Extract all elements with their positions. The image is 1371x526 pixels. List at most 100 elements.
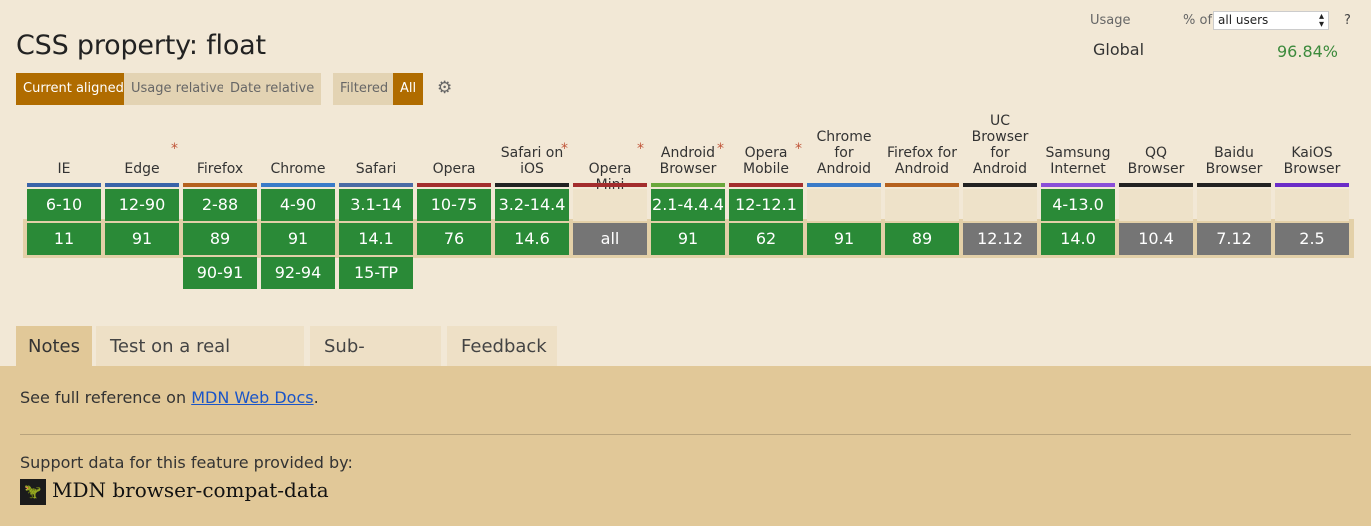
current-version-cell[interactable]: 91 bbox=[807, 223, 881, 255]
browser-name: UC Browser for Android bbox=[971, 113, 1029, 177]
current-version-cell[interactable]: 76 bbox=[417, 223, 491, 255]
global-usage-value: 96.84% bbox=[1277, 42, 1339, 61]
tab-feedback[interactable]: Feedback bbox=[447, 326, 557, 366]
support-data-text: Support data for this feature provided b… bbox=[20, 453, 353, 472]
notes-asterisk-icon: * bbox=[637, 141, 644, 157]
notes-asterisk-icon: * bbox=[171, 141, 178, 157]
browser-color-bar bbox=[1119, 183, 1193, 187]
past-version-cell[interactable]: 2.1-4.4.4 bbox=[651, 189, 725, 221]
users-select[interactable]: all users ▴ ▾ bbox=[1213, 11, 1329, 30]
past-version-cell[interactable] bbox=[1119, 189, 1193, 221]
browser-name: Firefox bbox=[196, 161, 244, 177]
tab-notes[interactable]: Notes bbox=[16, 326, 92, 366]
past-version-cell[interactable] bbox=[963, 189, 1037, 221]
current-version-cell[interactable]: 91 bbox=[651, 223, 725, 255]
gear-icon[interactable]: ⚙ bbox=[437, 78, 452, 98]
usage-label: Usage bbox=[1090, 13, 1131, 28]
past-version-cell[interactable]: 2-88 bbox=[183, 189, 257, 221]
browser-name: IE bbox=[57, 161, 71, 177]
select-arrows-icon: ▴ ▾ bbox=[1318, 11, 1324, 30]
browser-color-bar bbox=[729, 183, 803, 187]
browser-color-bar bbox=[27, 183, 101, 187]
browser-name: Chrome bbox=[270, 161, 326, 177]
browser-color-bar bbox=[183, 183, 257, 187]
past-version-cell[interactable]: 12-12.1 bbox=[729, 189, 803, 221]
percent-of-label: % of bbox=[1183, 13, 1213, 28]
tab-sub-features[interactable]: Sub-features bbox=[310, 326, 441, 399]
browser-color-bar bbox=[1041, 183, 1115, 187]
all-button[interactable]: All bbox=[393, 73, 424, 105]
current-version-cell[interactable]: 89 bbox=[885, 223, 959, 255]
mdn-compat-data-name: MDN browser-compat-data bbox=[52, 478, 329, 502]
browser-color-bar bbox=[573, 183, 647, 187]
future-version-cell[interactable]: 92-94 bbox=[261, 257, 335, 289]
past-version-cell[interactable]: 3.2-14.4 bbox=[495, 189, 569, 221]
browser-name: QQ Browser bbox=[1127, 145, 1185, 177]
past-version-cell[interactable] bbox=[1275, 189, 1349, 221]
browser-name: Opera Mobile bbox=[743, 145, 789, 177]
browser-color-bar bbox=[417, 183, 491, 187]
notes-asterisk-icon: * bbox=[561, 141, 568, 157]
browser-name: KaiOS Browser bbox=[1283, 145, 1341, 177]
current-version-cell[interactable]: 12.12 bbox=[963, 223, 1037, 255]
browser-color-bar bbox=[807, 183, 881, 187]
browser-color-bar bbox=[261, 183, 335, 187]
browser-color-bar bbox=[651, 183, 725, 187]
current-version-cell[interactable]: 14.1 bbox=[339, 223, 413, 255]
browser-color-bar bbox=[1197, 183, 1271, 187]
usage-relative-button[interactable]: Usage relative bbox=[124, 73, 232, 105]
current-version-cell[interactable]: 89 bbox=[183, 223, 257, 255]
mdn-web-docs-link[interactable]: MDN Web Docs bbox=[191, 388, 313, 407]
current-version-cell[interactable]: 62 bbox=[729, 223, 803, 255]
help-link[interactable]: ? bbox=[1344, 13, 1351, 28]
mdn-icon: 🦖 bbox=[20, 479, 46, 505]
future-version-cell[interactable]: 90-91 bbox=[183, 257, 257, 289]
date-relative-button[interactable]: Date relative bbox=[223, 73, 322, 105]
page-title: CSS property: float bbox=[16, 30, 266, 62]
notes-asterisk-icon: * bbox=[717, 141, 724, 157]
current-aligned-button[interactable]: Current aligned bbox=[16, 73, 131, 105]
global-label: Global bbox=[1093, 40, 1145, 59]
past-version-cell[interactable] bbox=[573, 189, 647, 221]
future-version-cell[interactable]: 15-TP bbox=[339, 257, 413, 289]
browser-name: Edge bbox=[124, 161, 160, 177]
browser-color-bar bbox=[105, 183, 179, 187]
notes-asterisk-icon: * bbox=[795, 141, 802, 157]
browser-name: Baidu Browser bbox=[1205, 145, 1263, 177]
tab-test-on-real-browser[interactable]: Test on a real browser bbox=[96, 326, 304, 399]
current-version-cell[interactable]: 7.12 bbox=[1197, 223, 1271, 255]
current-version-cell[interactable]: all bbox=[573, 223, 647, 255]
reference-prefix: See full reference on bbox=[20, 388, 192, 407]
past-version-cell[interactable]: 6-10 bbox=[27, 189, 101, 221]
past-version-cell[interactable] bbox=[885, 189, 959, 221]
browser-name: Safari on iOS bbox=[500, 145, 564, 177]
current-version-cell[interactable]: 14.6 bbox=[495, 223, 569, 255]
past-version-cell[interactable]: 12-90 bbox=[105, 189, 179, 221]
past-version-cell[interactable]: 3.1-14 bbox=[339, 189, 413, 221]
browser-name: Firefox for Android bbox=[886, 145, 958, 177]
browser-color-bar bbox=[1275, 183, 1349, 187]
browser-color-bar bbox=[495, 183, 569, 187]
reference-text: See full reference on MDN Web Docs. bbox=[20, 388, 319, 407]
current-version-cell[interactable]: 91 bbox=[261, 223, 335, 255]
browser-name: Safari bbox=[355, 161, 397, 177]
current-version-cell[interactable]: 10.4 bbox=[1119, 223, 1193, 255]
browser-color-bar bbox=[885, 183, 959, 187]
browser-color-bar bbox=[339, 183, 413, 187]
current-version-cell[interactable]: 2.5 bbox=[1275, 223, 1349, 255]
past-version-cell[interactable]: 10-75 bbox=[417, 189, 491, 221]
current-version-cell[interactable]: 11 bbox=[27, 223, 101, 255]
past-version-cell[interactable] bbox=[1197, 189, 1271, 221]
browser-color-bar bbox=[963, 183, 1037, 187]
past-version-cell[interactable]: 4-90 bbox=[261, 189, 335, 221]
current-version-cell[interactable]: 91 bbox=[105, 223, 179, 255]
past-version-cell[interactable] bbox=[807, 189, 881, 221]
reference-suffix: . bbox=[313, 388, 319, 407]
divider bbox=[20, 434, 1351, 435]
current-version-cell[interactable]: 14.0 bbox=[1041, 223, 1115, 255]
browser-name: Android Browser bbox=[659, 145, 717, 177]
browser-name: Chrome for Android bbox=[816, 129, 872, 177]
filtered-button[interactable]: Filtered bbox=[333, 73, 396, 105]
past-version-cell[interactable]: 4-13.0 bbox=[1041, 189, 1115, 221]
browser-name: Opera bbox=[432, 161, 476, 177]
